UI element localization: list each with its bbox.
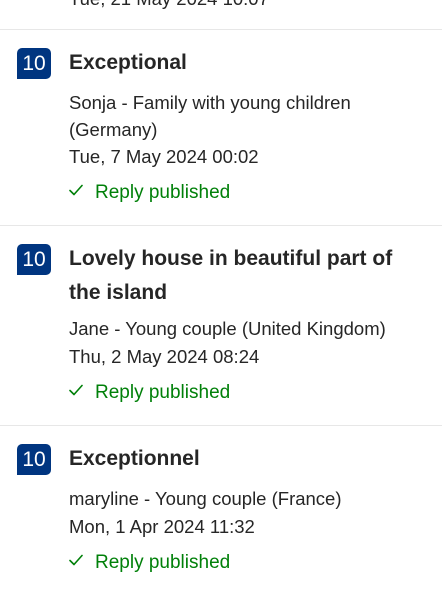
review-score-badge: 10 [17,444,51,475]
reply-status-label: Reply published [95,382,231,403]
reviews-list: Tue, 21 May 2024 10:07 10 Exceptional So… [0,0,442,589]
reply-status-label: Reply published [95,182,231,203]
review-score-badge: 10 [17,244,51,275]
reply-status[interactable]: Reply published [69,379,230,406]
review-date: Tue, 7 May 2024 00:02 [69,146,259,167]
previous-review-date: Tue, 21 May 2024 10:07 [69,0,269,12]
reply-status[interactable]: Reply published [69,549,230,576]
reply-status[interactable]: Reply published [69,179,230,206]
review-card[interactable]: 10 Lovely house in beautiful part of the… [0,225,442,425]
review-card[interactable]: 10 Exceptional Sonja - Family with young… [0,29,442,225]
checkmark-icon [69,184,83,195]
reviewer-info: maryline - Young couple (France) [69,488,342,509]
review-title: Exceptional [69,51,187,74]
reviewer-info: Sonja - Family with young children (Germ… [69,92,351,140]
reply-status-label: Reply published [95,552,231,573]
review-title: Exceptionnel [69,447,200,470]
review-date: Mon, 1 Apr 2024 11:32 [69,516,255,537]
checkmark-icon [69,384,83,395]
review-card[interactable]: 10 Exceptionnel maryline - Young couple … [0,425,442,589]
checkmark-icon [69,554,83,565]
review-title: Lovely house in beautiful part of the is… [69,247,393,304]
review-score-badge: 10 [17,48,51,79]
review-date: Thu, 2 May 2024 08:24 [69,346,260,367]
reviewer-info: Jane - Young couple (United Kingdom) [69,318,386,339]
